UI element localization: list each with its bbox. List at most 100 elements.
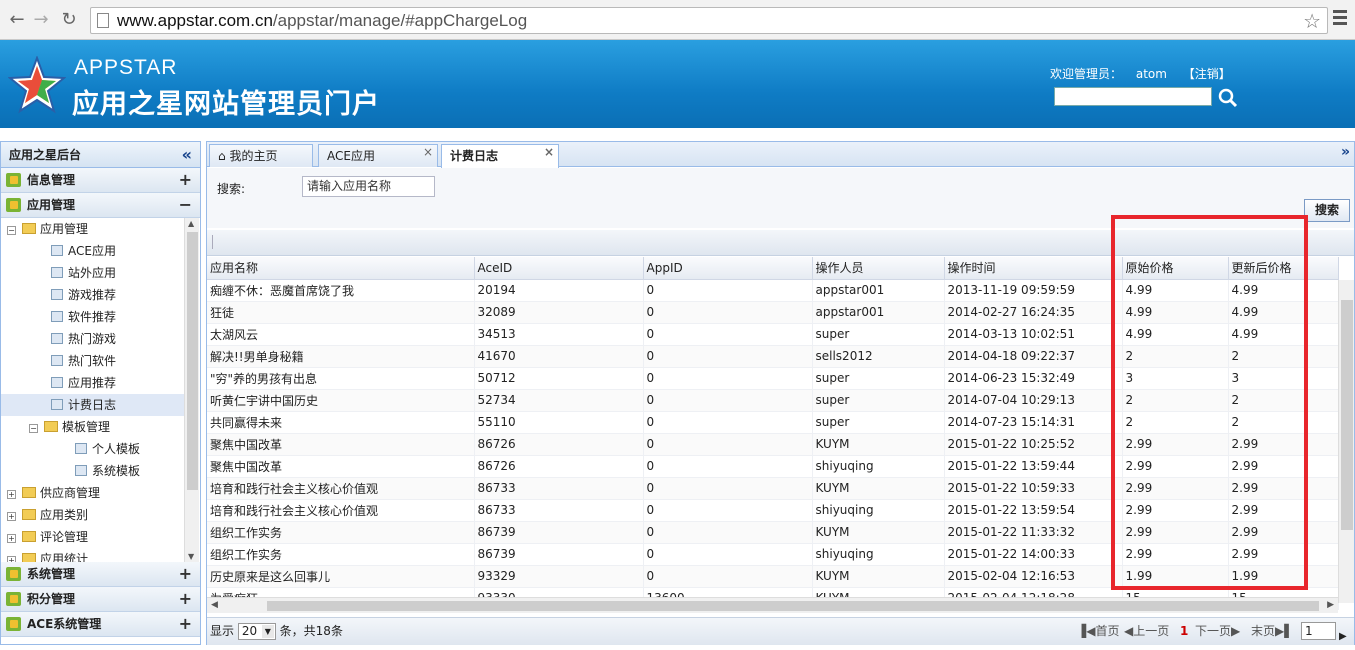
- table-cell: 2015-01-22 14:00:33: [944, 543, 1123, 566]
- bookmark-star-icon[interactable]: ☆: [1303, 9, 1321, 33]
- tree-item[interactable]: 站外应用: [1, 262, 185, 284]
- tree-item[interactable]: 计费日志: [1, 394, 185, 416]
- tab-ace-apps[interactable]: ACE应用 ×: [318, 144, 438, 167]
- tree-item[interactable]: + 供应商管理: [1, 482, 185, 504]
- expand-icon[interactable]: +: [179, 562, 192, 586]
- tree-item[interactable]: 系统模板: [1, 460, 185, 482]
- tab-menu-icon[interactable]: »: [1341, 144, 1350, 160]
- tree-item[interactable]: + 应用统计: [1, 548, 185, 562]
- tree-item[interactable]: 游戏推荐: [1, 284, 185, 306]
- prev-page-link[interactable]: ◀上一页: [1124, 618, 1169, 644]
- column-header[interactable]: 原始价格: [1122, 257, 1229, 280]
- search-button[interactable]: 搜索: [1304, 199, 1350, 222]
- tree-item-label: 模板管理: [62, 420, 111, 434]
- sidebar-section-ace-system[interactable]: ACE系统管理 +: [1, 612, 200, 637]
- page-size-select[interactable]: 20 ▼: [237, 623, 276, 640]
- sidebar-section-info[interactable]: 信息管理 +: [1, 168, 200, 193]
- collapse-left-icon[interactable]: «: [182, 142, 192, 168]
- sidebar-section-points[interactable]: 积分管理 +: [1, 587, 200, 612]
- app-name-search-input[interactable]: 请输入应用名称: [302, 176, 435, 197]
- table-row[interactable]: 太湖风云 34513 0 super 2014-03-13 10:02:51 4.99 4.…: [207, 323, 1339, 346]
- table-row[interactable]: 培育和践行社会主义核心价值观 86733 0 shiyuqing 2015-01-22 …: [207, 499, 1339, 522]
- expand-icon[interactable]: +: [7, 490, 16, 499]
- forward-arrow-icon[interactable]: →: [30, 9, 52, 31]
- expand-icon[interactable]: +: [179, 612, 192, 636]
- tree-item[interactable]: 应用推荐: [1, 372, 185, 394]
- search-icon[interactable]: [1218, 88, 1238, 108]
- header-search-input[interactable]: [1054, 87, 1212, 106]
- grid-vertical-scrollbar[interactable]: [1338, 280, 1354, 603]
- back-arrow-icon[interactable]: ←: [6, 9, 28, 31]
- table-cell: 0: [643, 543, 813, 566]
- table-cell: 聚焦中国改革: [207, 455, 475, 478]
- tree-item[interactable]: − 模板管理: [1, 416, 185, 438]
- last-page-link[interactable]: 末页▶▌: [1251, 618, 1293, 644]
- page-number-input[interactable]: 1: [1301, 622, 1336, 640]
- expand-icon[interactable]: +: [7, 512, 16, 521]
- app-management-tree: + 应用统计 + 评论管理 + 应用类别 + 供应商管理 系统模板 个人模板 − 模板管理 计费日志 应用…: [1, 218, 200, 562]
- address-bar[interactable]: www.appstar.com.cn/appstar/manage/#appCh…: [90, 7, 1328, 34]
- table-cell: 86733: [474, 477, 644, 500]
- tree-item[interactable]: 软件推荐: [1, 306, 185, 328]
- tree-item-label: 站外应用: [68, 266, 117, 280]
- tab-home[interactable]: ⌂ 我的主页: [209, 144, 313, 167]
- grid-doc-icon: [51, 267, 63, 278]
- table-row[interactable]: 组织工作实务 86739 0 KUYM 2015-01-22 11:33:32 2.99 2…: [207, 521, 1339, 544]
- table-cell: 0: [643, 345, 813, 368]
- tree-item-label: 应用推荐: [68, 376, 117, 390]
- logout-link[interactable]: 【注销】: [1183, 67, 1231, 81]
- sidebar-section-system[interactable]: 系统管理 +: [1, 562, 200, 587]
- next-page-link[interactable]: 下一页▶: [1195, 618, 1240, 644]
- tree-item[interactable]: + 应用类别: [1, 504, 185, 526]
- collapse-icon[interactable]: −: [179, 193, 192, 217]
- table-cell: 组织工作实务: [207, 521, 475, 544]
- column-header[interactable]: AppID: [643, 257, 813, 280]
- table-cell: 2013-11-19 09:59:59: [944, 279, 1123, 302]
- column-header[interactable]: 操作时间: [944, 257, 1123, 280]
- close-tab-icon[interactable]: ×: [544, 141, 554, 163]
- folder-icon: [22, 509, 36, 520]
- column-header[interactable]: 应用名称: [207, 257, 475, 280]
- table-cell: 0: [643, 301, 813, 324]
- sidebar-section-apps[interactable]: 应用管理 −: [1, 193, 200, 218]
- close-tab-icon[interactable]: ×: [423, 141, 433, 163]
- table-row[interactable]: 痴缠不休：恶魔首席饶了我 20194 0 appstar001 2013-11-19 0…: [207, 279, 1339, 302]
- expand-icon[interactable]: +: [7, 534, 16, 543]
- total-count: 条，共18条: [279, 624, 343, 638]
- collapse-icon[interactable]: −: [7, 226, 16, 235]
- table-row[interactable]: 历史原来是这么回事儿 93329 0 KUYM 2015-02-04 12:16:53 1…: [207, 565, 1339, 588]
- table-row[interactable]: "穷"养的男孩有出息 50712 0 super 2014-06-23 15:32:49…: [207, 367, 1339, 390]
- column-header[interactable]: 更新后价格: [1228, 257, 1339, 280]
- table-row[interactable]: 培育和践行社会主义核心价值观 86733 0 KUYM 2015-01-22 10:59…: [207, 477, 1339, 500]
- table-cell: 0: [643, 411, 813, 434]
- tree-item[interactable]: 热门游戏: [1, 328, 185, 350]
- tree-item[interactable]: ACE应用: [1, 240, 185, 262]
- go-page-icon[interactable]: ▶: [1339, 624, 1347, 650]
- reload-icon[interactable]: ↻: [58, 9, 80, 31]
- column-header[interactable]: 操作人员: [812, 257, 945, 280]
- grid-doc-icon: [51, 333, 63, 344]
- tree-item[interactable]: 个人模板: [1, 438, 185, 460]
- table-row[interactable]: 组织工作实务 86739 0 shiyuqing 2015-01-22 14:00:33…: [207, 543, 1339, 566]
- table-row[interactable]: 解决!!男单身秘籍 41670 0 sells2012 2014-04-18 09:22…: [207, 345, 1339, 368]
- tree-item[interactable]: + 评论管理: [1, 526, 185, 548]
- expand-icon[interactable]: +: [179, 587, 192, 611]
- grid-horizontal-scrollbar[interactable]: ◀ ▶: [207, 597, 1338, 613]
- table-row[interactable]: 聚焦中国改革 86726 0 shiyuqing 2015-01-22 13:59:44…: [207, 455, 1339, 478]
- table-cell: 狂徒: [207, 301, 475, 324]
- table-cell: 0: [643, 367, 813, 390]
- table-row[interactable]: 狂徒 32089 0 appstar001 2014-02-27 16:24:35 4.9…: [207, 301, 1339, 324]
- table-row[interactable]: 听黄仁宇讲中国历史 52734 0 super 2014-07-04 10:29:13 2…: [207, 389, 1339, 412]
- tree-item[interactable]: 热门软件: [1, 350, 185, 372]
- tab-charge-log[interactable]: 计费日志 ×: [441, 144, 559, 168]
- tree-scrollbar[interactable]: ▲ ▼: [184, 218, 199, 562]
- collapse-icon[interactable]: −: [29, 424, 38, 433]
- table-row[interactable]: 共同赢得未来 55110 0 super 2014-07-23 15:14:31 2 2: [207, 411, 1339, 434]
- browser-menu-icon[interactable]: [1333, 10, 1347, 26]
- table-cell: 4.99: [1228, 301, 1339, 324]
- first-page-link[interactable]: ▐◀首页: [1077, 618, 1119, 644]
- table-row[interactable]: 聚焦中国改革 86726 0 KUYM 2015-01-22 10:25:52 2.99 2…: [207, 433, 1339, 456]
- expand-icon[interactable]: +: [179, 168, 192, 192]
- tree-item[interactable]: − 应用管理: [1, 218, 185, 240]
- column-header[interactable]: AceID: [474, 257, 644, 280]
